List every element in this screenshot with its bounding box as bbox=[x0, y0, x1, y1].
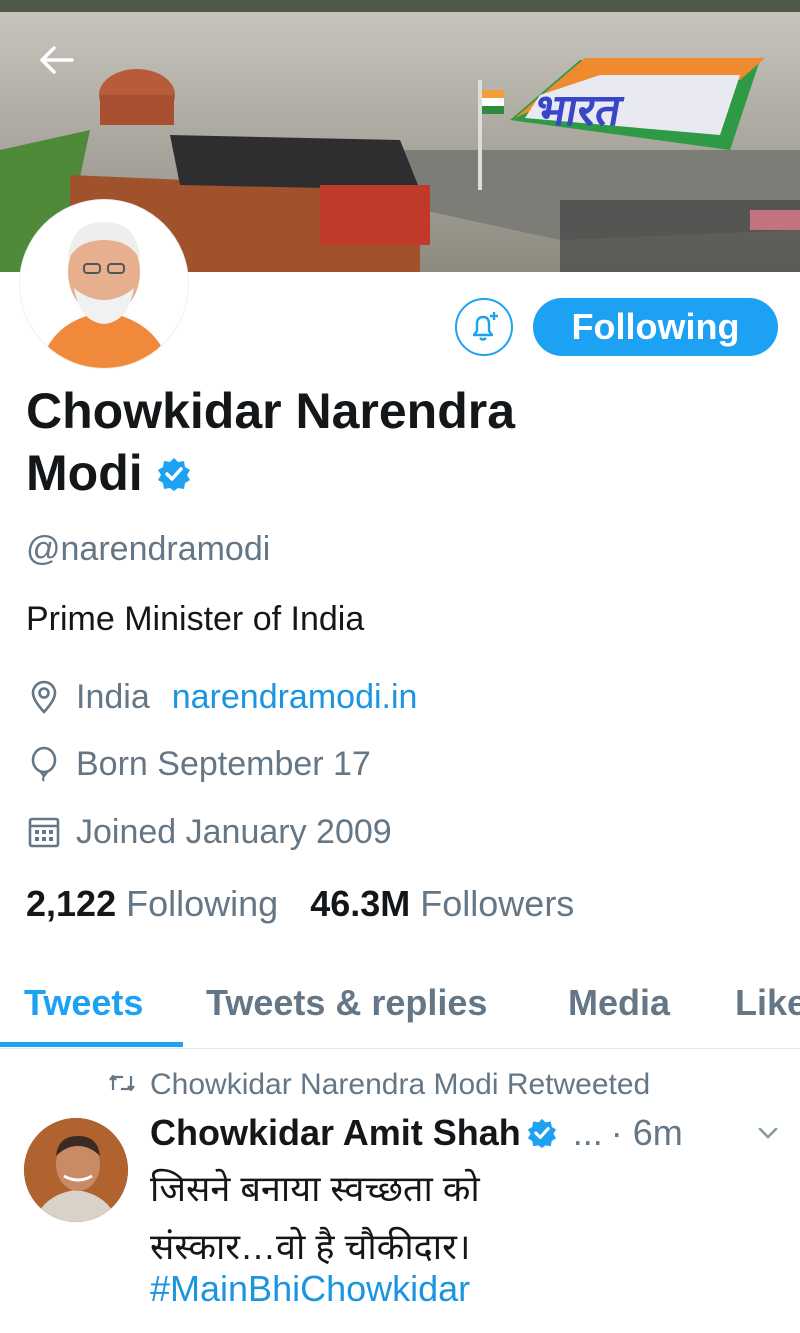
tweet-menu-button[interactable] bbox=[756, 1124, 780, 1147]
profile-location-row: India narendramodi.in bbox=[26, 675, 417, 719]
profile-name: Chowkidar Narendra Modi bbox=[26, 380, 646, 505]
followers-stat[interactable]: 46.3M Followers bbox=[310, 883, 574, 925]
tab-likes[interactable]: Likes bbox=[735, 982, 800, 1024]
tab-media[interactable]: Media bbox=[568, 982, 670, 1024]
bell-plus-icon bbox=[472, 312, 498, 341]
profile-tabs: Tweets Tweets & replies Media Likes bbox=[0, 972, 800, 1049]
profile-bio: Prime Minister of India bbox=[26, 600, 365, 638]
tweet-handle-truncated: ... bbox=[572, 1112, 603, 1153]
tab-tweets-replies[interactable]: Tweets & replies bbox=[206, 982, 487, 1024]
profile-website-link[interactable]: narendramodi.in bbox=[172, 678, 418, 717]
tweet-hashtag-link[interactable]: #MainBhiChowkidar bbox=[150, 1268, 470, 1310]
profile-handle: @narendramodi bbox=[26, 530, 271, 568]
followers-count: 46.3M bbox=[310, 883, 411, 924]
followers-label: Followers bbox=[420, 883, 575, 924]
chevron-down-icon bbox=[758, 1127, 778, 1139]
back-button[interactable] bbox=[34, 40, 78, 80]
balloon-icon bbox=[26, 746, 62, 782]
tweet-text: जिसने बनाया स्वच्छता को संस्कार…वो है चौ… bbox=[150, 1160, 750, 1276]
profile-name-line2: Modi bbox=[26, 445, 143, 501]
following-label: Following bbox=[126, 883, 279, 924]
following-button[interactable]: Following bbox=[533, 298, 778, 356]
profile-joined: Joined January 2009 bbox=[76, 812, 392, 851]
profile-stats: 2,122 Following 46.3M Followers bbox=[26, 883, 574, 925]
verified-badge-icon bbox=[157, 443, 191, 505]
location-pin-icon bbox=[26, 679, 62, 715]
following-stat[interactable]: 2,122 Following bbox=[26, 883, 278, 925]
tweet-header: Chowkidar Amit Shah ... · 6m bbox=[150, 1112, 683, 1154]
following-count: 2,122 bbox=[26, 883, 117, 924]
profile-birthday: Born September 17 bbox=[76, 744, 371, 783]
tweet-author-name[interactable]: Chowkidar Amit Shah bbox=[150, 1112, 521, 1154]
retweet-context: Chowkidar Narendra Modi Retweeted bbox=[108, 1068, 650, 1102]
profile-avatar[interactable] bbox=[20, 200, 188, 368]
retweet-context-text: Chowkidar Narendra Modi Retweeted bbox=[150, 1068, 651, 1101]
tweet-author-avatar[interactable] bbox=[24, 1118, 128, 1222]
banner-sign: भारत bbox=[531, 85, 627, 136]
profile-name-line2-row: Modi bbox=[26, 442, 646, 505]
calendar-icon bbox=[26, 814, 62, 850]
profile-name-line1: Chowkidar Narendra bbox=[26, 383, 516, 439]
profile-birthday-row: Born September 17 bbox=[26, 742, 371, 786]
profile-joined-row: Joined January 2009 bbox=[26, 810, 392, 854]
tweet-avatar-image bbox=[24, 1118, 128, 1222]
active-tab-indicator bbox=[0, 1042, 183, 1047]
tweet-timestamp[interactable]: · 6m bbox=[611, 1112, 683, 1154]
verified-badge-icon bbox=[527, 1118, 557, 1148]
tweet-text-line1: जिसने बनाया स्वच्छता को bbox=[150, 1168, 480, 1209]
tab-tweets[interactable]: Tweets bbox=[24, 982, 143, 1024]
profile-location: India bbox=[76, 677, 150, 716]
arrow-left-icon bbox=[40, 46, 74, 74]
avatar-image bbox=[20, 200, 188, 368]
notifications-toggle[interactable] bbox=[455, 298, 513, 356]
retweet-icon bbox=[108, 1068, 136, 1102]
